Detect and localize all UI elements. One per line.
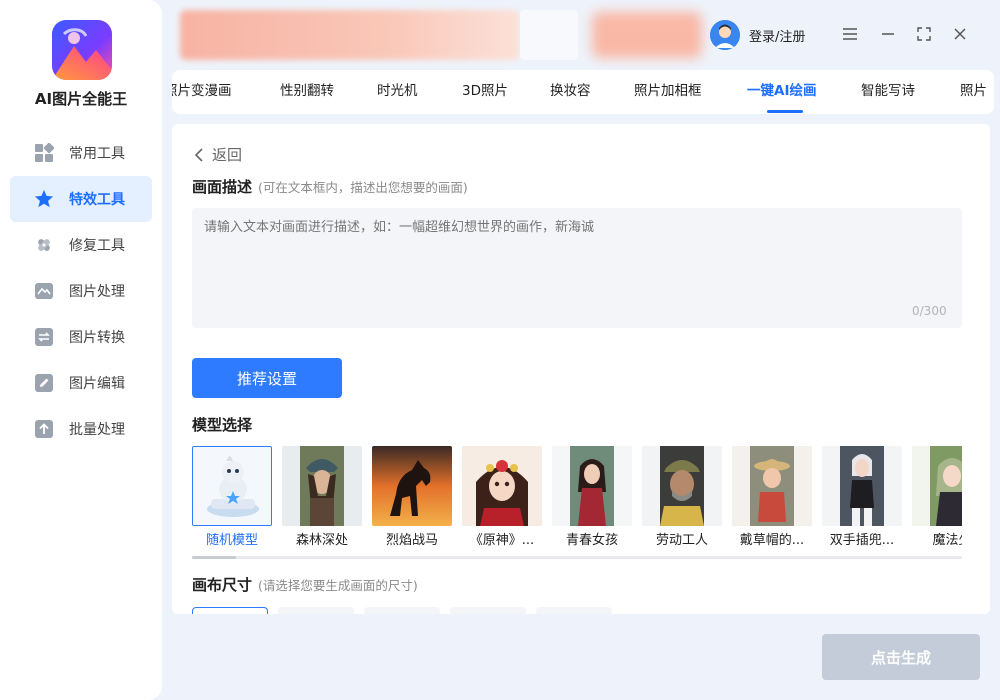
sidebar-item-label: 图片处理 [69, 284, 125, 300]
chevron-left-icon [194, 147, 203, 162]
model-label: 青春女孩 [565, 533, 618, 548]
tab-makeup[interactable]: 换妆容 [550, 70, 591, 114]
description-input[interactable] [192, 208, 962, 328]
model-label: 劳动工人 [655, 533, 708, 548]
canvas-size-hint: (请选择您要生成画面的尺寸) [258, 578, 418, 593]
sidebar-item-label: 特效工具 [69, 192, 125, 208]
grid-icon [34, 143, 54, 163]
sidebar-item-label: 图片编辑 [69, 376, 125, 392]
model-label: 魔法少 [932, 533, 962, 548]
sidebar: AI图片全能王 常用工具 特效工具 修复工具 图片处理 图片转换 图片编辑 批量… [0, 0, 162, 700]
back-label: 返回 [212, 146, 243, 164]
model-thumbnail [552, 446, 632, 526]
back-button[interactable]: 返回 [192, 144, 242, 165]
model-scrollbar-thumb[interactable] [192, 556, 236, 559]
model-card-youth-girl[interactable]: 青春女孩 [552, 446, 632, 551]
model-thumbnail [822, 446, 902, 526]
description-title-text: 画面描述 [192, 178, 253, 196]
banner-spacer [520, 10, 578, 60]
tab-time-machine[interactable]: 时光机 [377, 70, 418, 114]
tab-photo-frame[interactable]: 照片加相框 [634, 70, 702, 114]
canvas-size-option[interactable] [364, 607, 440, 614]
sidebar-item-label: 图片转换 [69, 330, 125, 346]
tab-ai-painting[interactable]: 一键AI绘画 [747, 70, 816, 114]
canvas-size-title-text: 画布尺寸 [192, 576, 253, 594]
sidebar-item-label: 常用工具 [69, 146, 125, 162]
char-counter: 0/300 [912, 304, 947, 318]
model-thumbnail [912, 446, 962, 526]
model-section-title: 模型选择 [192, 416, 253, 434]
model-card-random[interactable]: 随机模型 [192, 446, 272, 551]
bandage-icon [34, 235, 54, 255]
sidebar-item-repair-tools[interactable]: 修复工具 [10, 222, 152, 268]
sidebar-nav: 常用工具 特效工具 修复工具 图片处理 图片转换 图片编辑 批量处理 [10, 130, 152, 452]
model-card-hands-in-pockets[interactable]: 双手插兜... [822, 446, 902, 551]
image-icon [34, 281, 54, 301]
model-label: 双手插兜... [829, 533, 895, 548]
model-thumbnail [192, 446, 272, 526]
model-list: 随机模型 森林深处 烈焰战马 《原神》... 青春女孩 劳动工人 戴草帽的...… [192, 446, 962, 551]
tab-gender-swap[interactable]: 性别翻转 [280, 70, 334, 114]
model-label: 森林深处 [295, 533, 348, 548]
tab-photo-to-comic[interactable]: 照片变漫画 [172, 70, 232, 114]
sidebar-item-label: 修复工具 [69, 238, 125, 254]
model-card-fire-horse[interactable]: 烈焰战马 [372, 446, 452, 551]
model-thumbnail [462, 446, 542, 526]
ai-painting-panel: 返回 画面描述 (可在文本框内，描述出您想要的画面) 0/300 推荐设置 模型选… [172, 124, 990, 614]
tab-photo-more[interactable]: 照片 [960, 70, 987, 114]
model-label: 《原神》... [469, 533, 535, 548]
canvas-size-option[interactable] [278, 607, 354, 614]
star-icon [34, 189, 54, 209]
canvas-size-title: 画布尺寸 (请选择您要生成画面的尺寸) [192, 574, 418, 595]
convert-icon [34, 327, 54, 347]
model-label: 随机模型 [205, 533, 258, 548]
model-card-genshin[interactable]: 《原神》... [462, 446, 542, 551]
canvas-size-option[interactable] [450, 607, 526, 614]
sidebar-item-image-processing[interactable]: 图片处理 [10, 268, 152, 314]
edit-icon [34, 373, 54, 393]
app-name: AI图片全能王 [34, 90, 128, 108]
model-card-forest[interactable]: 森林深处 [282, 446, 362, 551]
model-label: 戴草帽的... [739, 533, 805, 548]
model-card-worker[interactable]: 劳动工人 [642, 446, 722, 551]
close-icon[interactable] [950, 24, 970, 44]
maximize-icon[interactable] [914, 24, 934, 44]
promo-badge[interactable] [592, 12, 702, 58]
sidebar-item-common-tools[interactable]: 常用工具 [10, 130, 152, 176]
banner-image[interactable] [180, 10, 520, 60]
model-label: 烈焰战马 [385, 533, 438, 548]
login-register-link[interactable]: 登录/注册 [749, 26, 805, 45]
generate-button[interactable]: 点击生成 [822, 634, 980, 680]
model-thumbnail [372, 446, 452, 526]
recommend-settings-button[interactable]: 推荐设置 [192, 358, 342, 398]
effect-tabs: 照片变漫画 性别翻转 时光机 3D照片 换妆容 照片加相框 一键AI绘画 智能写… [172, 70, 994, 114]
app-logo [52, 20, 112, 80]
title-bar: 登录/注册 [172, 0, 1000, 64]
user-avatar-icon[interactable] [710, 20, 740, 50]
model-card-magic-girl[interactable]: 魔法少 [912, 446, 962, 551]
model-thumbnail [732, 446, 812, 526]
sidebar-item-label: 批量处理 [69, 422, 125, 438]
sidebar-item-image-convert[interactable]: 图片转换 [10, 314, 152, 360]
canvas-size-option[interactable] [536, 607, 612, 614]
active-tab-indicator [767, 110, 803, 113]
tab-3d-photo[interactable]: 3D照片 [462, 70, 508, 114]
model-card-straw-hat[interactable]: 戴草帽的... [732, 446, 812, 551]
minimize-icon[interactable] [878, 24, 898, 44]
model-scrollbar-track[interactable] [192, 556, 962, 559]
sidebar-item-image-edit[interactable]: 图片编辑 [10, 360, 152, 406]
sidebar-item-effect-tools[interactable]: 特效工具 [10, 176, 152, 222]
upload-icon [34, 419, 54, 439]
tab-smart-poetry[interactable]: 智能写诗 [861, 70, 915, 114]
model-thumbnail [282, 446, 362, 526]
canvas-size-option[interactable] [192, 607, 268, 614]
description-title: 画面描述 (可在文本框内，描述出您想要的画面) [192, 176, 468, 197]
menu-icon[interactable] [840, 24, 860, 44]
description-hint: (可在文本框内，描述出您想要的画面) [258, 180, 468, 195]
sidebar-item-batch-processing[interactable]: 批量处理 [10, 406, 152, 452]
model-thumbnail [642, 446, 722, 526]
